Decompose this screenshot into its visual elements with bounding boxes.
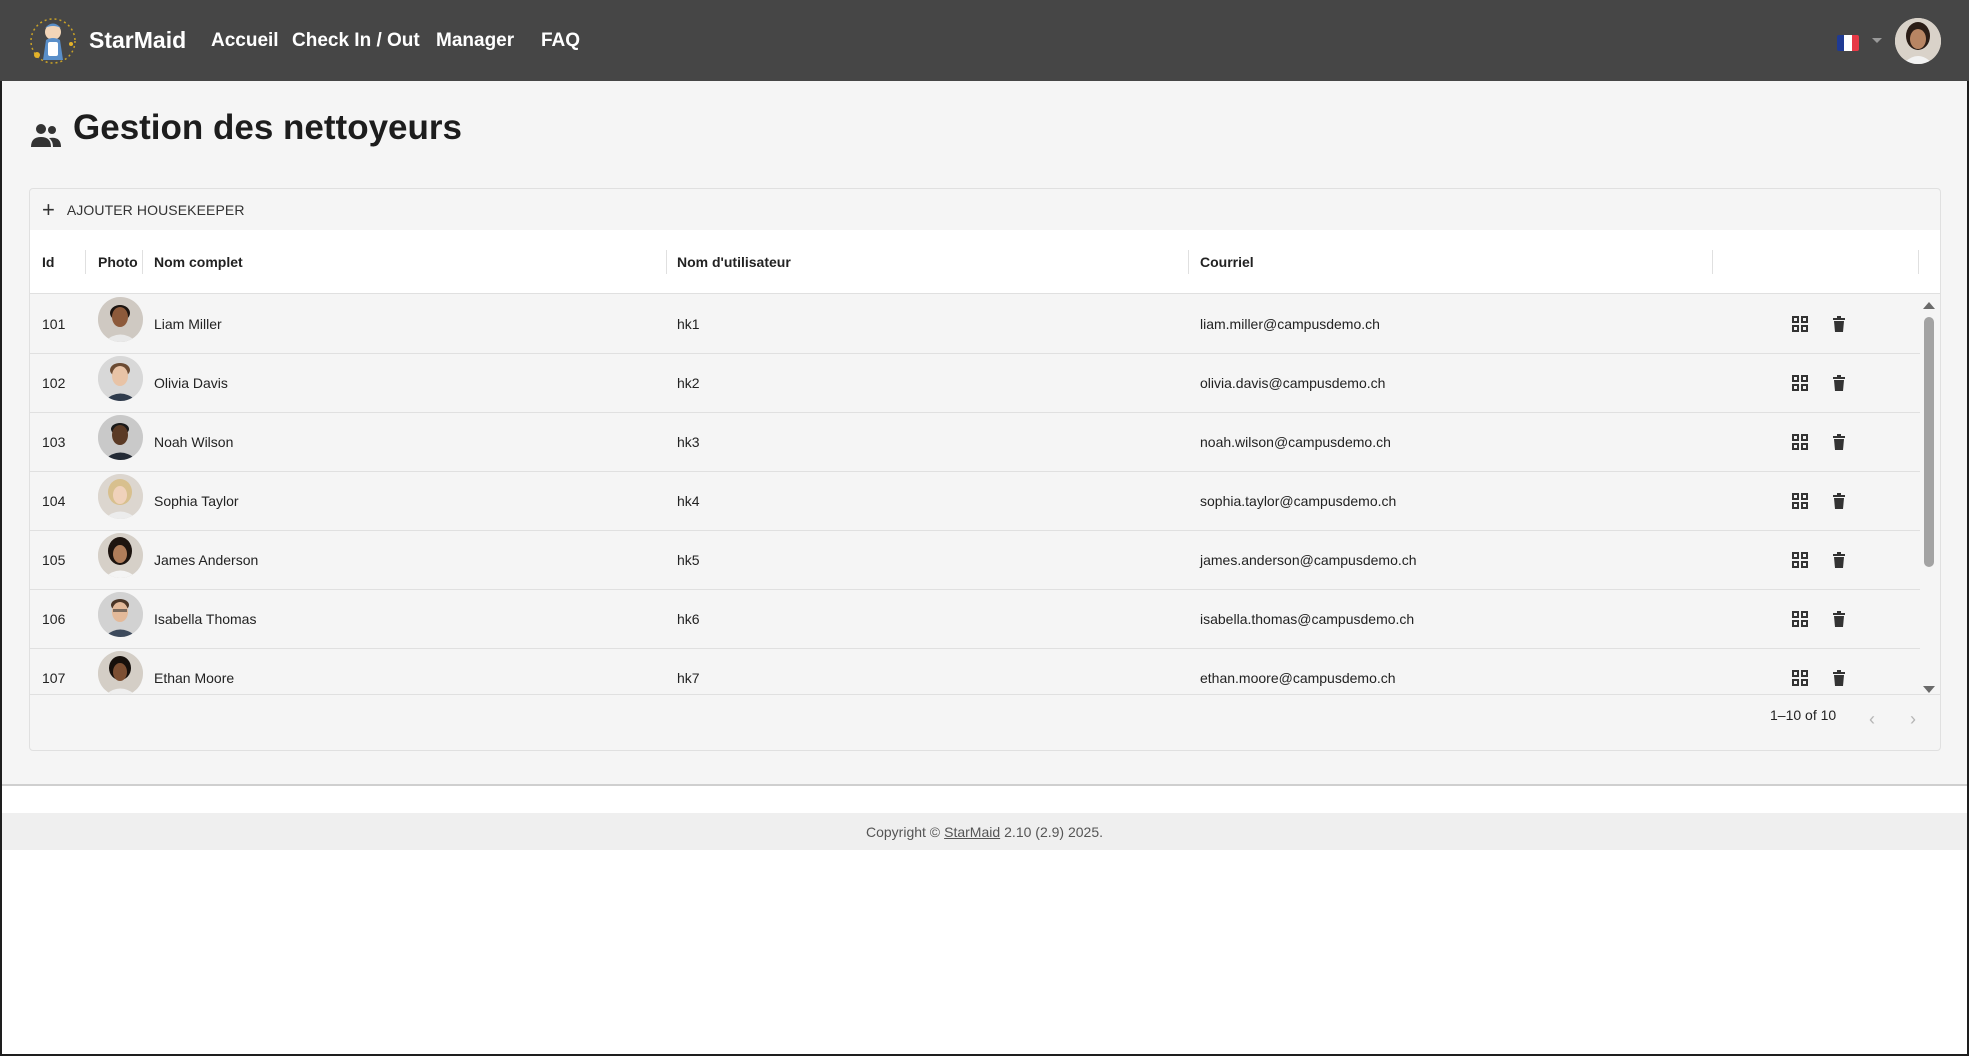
cell-full-name: Sophia Taylor bbox=[154, 493, 239, 509]
nav-link-check-in-out[interactable]: Check In / Out bbox=[292, 30, 420, 52]
cell-email: liam.miller@campusdemo.ch bbox=[1200, 316, 1380, 332]
scroll-down-arrow-icon[interactable] bbox=[1923, 686, 1935, 693]
cell-username: hk3 bbox=[677, 434, 700, 450]
trash-icon[interactable] bbox=[1829, 314, 1849, 334]
copyright-prefix: Copyright © bbox=[865, 823, 941, 840]
cell-full-name: Liam Miller bbox=[154, 316, 222, 332]
grid-icon[interactable] bbox=[1790, 491, 1810, 511]
main-content: Gestion des nettoyeurs + AJOUTER HOUSEKE… bbox=[0, 81, 1969, 786]
table-row[interactable]: 107 Ethan Moore hk7 ethan.moore@campusde… bbox=[30, 649, 1920, 694]
cell-email: noah.wilson@campusdemo.ch bbox=[1200, 434, 1391, 450]
nav-link-faq[interactable]: FAQ bbox=[541, 30, 580, 52]
cell-full-name: James Anderson bbox=[154, 552, 259, 568]
cell-username: hk5 bbox=[677, 552, 700, 568]
previous-page-chevron-icon[interactable]: ‹ bbox=[1864, 710, 1880, 728]
column-header-photo[interactable]: Photo bbox=[98, 230, 138, 294]
french-flag-icon[interactable] bbox=[1837, 35, 1859, 51]
grid-icon[interactable] bbox=[1790, 314, 1810, 334]
scroll-up-arrow-icon[interactable] bbox=[1923, 302, 1935, 309]
grid-icon[interactable] bbox=[1790, 668, 1810, 688]
starmaid-footer-link[interactable]: StarMaid bbox=[944, 824, 1000, 840]
cell-email: isabella.thomas@campusdemo.ch bbox=[1200, 611, 1415, 627]
starmaid-logo-icon[interactable] bbox=[26, 14, 80, 68]
plus-icon: + bbox=[42, 197, 55, 222]
next-page-chevron-icon[interactable]: › bbox=[1905, 710, 1921, 728]
add-housekeeper-label: AJOUTER HOUSEKEEPER bbox=[66, 202, 245, 218]
grid-icon[interactable] bbox=[1790, 550, 1810, 570]
table-row[interactable]: 103 Noah Wilson hk3 noah.wilson@campusde… bbox=[30, 413, 1920, 472]
pagination-range: 1–10 of 10 bbox=[1770, 707, 1837, 723]
nav-link-accueil[interactable]: Accueil bbox=[211, 30, 279, 52]
cell-id: 105 bbox=[42, 552, 66, 568]
cell-email: james.anderson@campusdemo.ch bbox=[1200, 552, 1417, 568]
cell-full-name: Ethan Moore bbox=[154, 670, 235, 686]
brand-name[interactable]: StarMaid bbox=[89, 27, 186, 54]
cell-email: ethan.moore@campusdemo.ch bbox=[1200, 670, 1396, 686]
cell-username: hk2 bbox=[677, 375, 700, 391]
table-row[interactable]: 102 Olivia Davis hk2 olivia.davis@campus… bbox=[30, 354, 1920, 413]
cell-id: 107 bbox=[42, 670, 66, 686]
cell-username: hk4 bbox=[677, 493, 700, 509]
cell-username: hk7 bbox=[677, 670, 700, 686]
column-separator[interactable] bbox=[1712, 250, 1713, 274]
grid-toolbar: + AJOUTER HOUSEKEEPER bbox=[30, 189, 1940, 230]
user-avatar[interactable] bbox=[1895, 18, 1941, 64]
cell-username: hk6 bbox=[677, 611, 700, 627]
copyright-suffix: 2.10 (2.9) 2025. bbox=[1004, 823, 1103, 840]
cell-full-name: Noah Wilson bbox=[154, 434, 234, 450]
grid-icon[interactable] bbox=[1790, 432, 1810, 452]
column-header-full-name[interactable]: Nom complet bbox=[154, 230, 243, 294]
housekeeper-photo bbox=[98, 592, 143, 637]
housekeeper-photo bbox=[98, 297, 143, 342]
cell-email: olivia.davis@campusdemo.ch bbox=[1200, 375, 1386, 391]
people-icon bbox=[30, 121, 62, 149]
trash-icon[interactable] bbox=[1829, 373, 1849, 393]
column-separator[interactable] bbox=[666, 250, 667, 274]
table-row[interactable]: 104 Sophia Taylor hk4 sophia.taylor@camp… bbox=[30, 472, 1920, 531]
table-body: 101 Liam Miller hk1 liam.miller@campusde… bbox=[30, 295, 1920, 694]
cell-full-name: Isabella Thomas bbox=[154, 611, 257, 627]
trash-icon[interactable] bbox=[1829, 432, 1849, 452]
cell-username: hk1 bbox=[677, 316, 700, 332]
window-border bbox=[0, 81, 2, 1056]
column-header-username[interactable]: Nom d'utilisateur bbox=[677, 230, 791, 294]
housekeepers-data-grid: + AJOUTER HOUSEKEEPER Id Photo Nom compl… bbox=[29, 188, 1941, 751]
cell-id: 103 bbox=[42, 434, 66, 450]
table-row[interactable]: 106 Isabella Thomas hk6 isabella.thomas@… bbox=[30, 590, 1920, 649]
housekeeper-photo bbox=[98, 356, 143, 401]
trash-icon[interactable] bbox=[1829, 609, 1849, 629]
cell-id: 102 bbox=[42, 375, 66, 391]
column-separator[interactable] bbox=[142, 250, 143, 274]
table-row[interactable]: 105 James Anderson hk5 james.anderson@ca… bbox=[30, 531, 1920, 590]
housekeeper-photo bbox=[98, 415, 143, 460]
table-row[interactable]: 101 Liam Miller hk1 liam.miller@campusde… bbox=[30, 295, 1920, 354]
housekeeper-photo bbox=[98, 474, 143, 519]
trash-icon[interactable] bbox=[1829, 491, 1849, 511]
trash-icon[interactable] bbox=[1829, 668, 1849, 688]
page-title: Gestion des nettoyeurs bbox=[73, 108, 462, 147]
top-navbar: StarMaid Accueil Check In / Out Manager … bbox=[0, 0, 1969, 81]
cell-email: sophia.taylor@campusdemo.ch bbox=[1200, 493, 1397, 509]
page-footer: Copyright © StarMaid 2.10 (2.9) 2025. bbox=[0, 813, 1969, 850]
cell-id: 101 bbox=[42, 316, 66, 332]
column-header-id[interactable]: Id bbox=[42, 230, 54, 294]
add-housekeeper-button[interactable]: + AJOUTER HOUSEKEEPER bbox=[42, 199, 245, 221]
column-separator[interactable] bbox=[85, 250, 86, 274]
cell-full-name: Olivia Davis bbox=[154, 375, 228, 391]
column-header-email[interactable]: Courriel bbox=[1200, 230, 1254, 294]
vertical-scrollbar-thumb[interactable] bbox=[1924, 317, 1934, 567]
housekeeper-photo bbox=[98, 533, 143, 578]
trash-icon[interactable] bbox=[1829, 550, 1849, 570]
grid-icon[interactable] bbox=[1790, 373, 1810, 393]
cell-id: 104 bbox=[42, 493, 66, 509]
nav-link-manager[interactable]: Manager bbox=[436, 30, 514, 52]
grid-icon[interactable] bbox=[1790, 609, 1810, 629]
table-header: Id Photo Nom complet Nom d'utilisateur C… bbox=[30, 230, 1940, 294]
column-separator[interactable] bbox=[1918, 250, 1919, 274]
grid-footer: 1–10 of 10 ‹ › bbox=[30, 694, 1940, 750]
language-dropdown-caret-icon[interactable] bbox=[1872, 38, 1882, 43]
cell-id: 106 bbox=[42, 611, 66, 627]
housekeeper-photo bbox=[98, 651, 143, 694]
column-separator[interactable] bbox=[1188, 250, 1189, 274]
